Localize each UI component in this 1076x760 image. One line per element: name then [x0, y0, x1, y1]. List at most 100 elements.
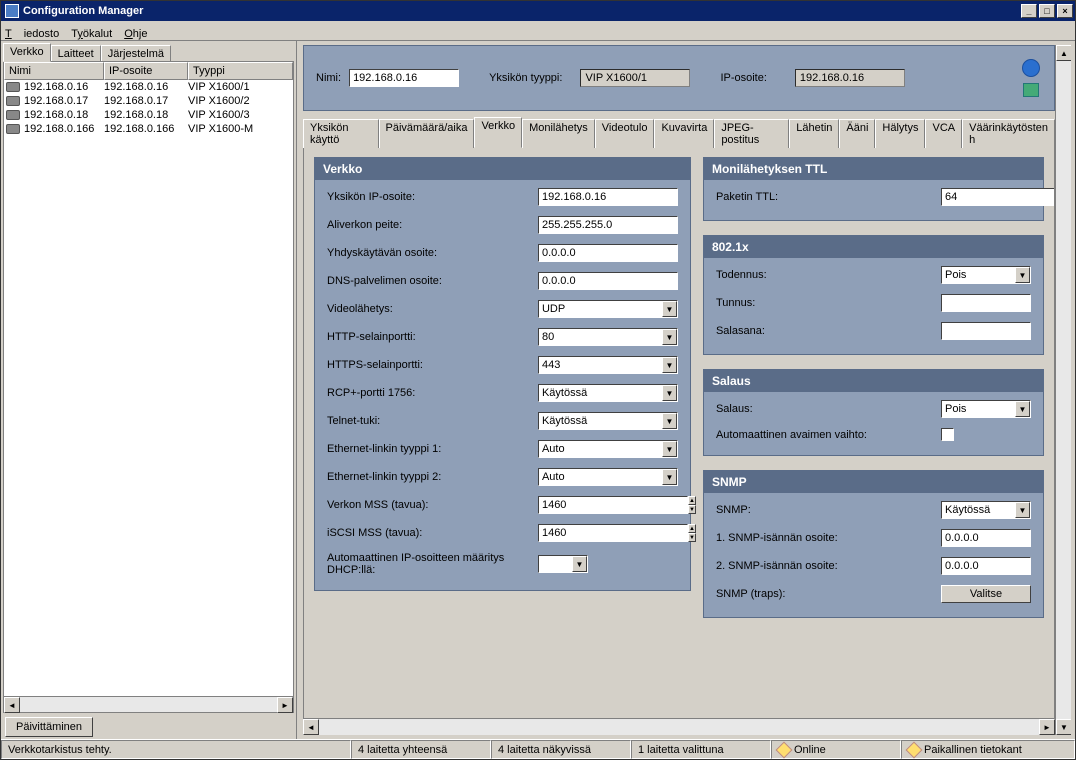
- tab-stream[interactable]: Kuvavirta: [654, 119, 714, 148]
- maximize-button[interactable]: □: [1039, 4, 1055, 18]
- tab-usage[interactable]: Yksikön käyttö: [303, 119, 379, 148]
- info-icon[interactable]: [1022, 59, 1040, 77]
- lbl-telnet: Telnet-tuki:: [327, 415, 538, 427]
- sel-auth[interactable]: Pois▼: [941, 266, 1031, 284]
- scroll-right-icon[interactable]: ►: [277, 697, 293, 713]
- app-window: Configuration Manager _ □ × Tiedosto Työ…: [0, 0, 1076, 760]
- col-ip[interactable]: IP-osoite: [104, 62, 188, 80]
- list-item[interactable]: 192.168.0.16 192.168.0.16 VIP X1600/1: [4, 80, 293, 94]
- lbl-dns: DNS-palvelimen osoite:: [327, 275, 538, 287]
- spin-ttl[interactable]: ▲▼: [941, 188, 1031, 206]
- inp-pwd[interactable]: [941, 322, 1031, 340]
- list-hscrollbar[interactable]: ◄ ►: [4, 696, 293, 712]
- right-vscrollbar[interactable]: ▲ ▼: [1055, 45, 1071, 735]
- scroll-up-icon[interactable]: ▲: [1056, 45, 1071, 61]
- close-button[interactable]: ×: [1057, 4, 1073, 18]
- menu-help[interactable]: Ohje: [124, 28, 147, 40]
- inp-id[interactable]: [941, 294, 1031, 312]
- menu-file[interactable]: Tiedosto: [5, 28, 59, 40]
- device-icon: [6, 124, 20, 134]
- scroll-left-icon[interactable]: ◄: [303, 719, 319, 735]
- list-item[interactable]: 192.168.0.166 192.168.0.166 VIP X1600-M: [4, 122, 293, 136]
- spin-down-icon[interactable]: ▼: [688, 505, 696, 514]
- tab-misuse[interactable]: Väärinkäytösten h: [962, 119, 1055, 148]
- lbl-snmp-host2: 2. SNMP-isännän osoite:: [716, 560, 941, 572]
- scroll-track[interactable]: [319, 719, 1039, 735]
- sel-eth1[interactable]: Auto▼: [538, 440, 678, 458]
- right-hscrollbar[interactable]: ◄ ►: [303, 719, 1055, 735]
- inp-snmp-host1[interactable]: [941, 529, 1031, 547]
- chevron-down-icon: ▼: [662, 329, 677, 345]
- lbl-unit-ip: Yksikön IP-osoite:: [327, 191, 538, 203]
- hdr-name-label: Nimi:: [316, 72, 341, 84]
- device-icon: [6, 82, 20, 92]
- tab-alarm[interactable]: Hälytys: [875, 119, 925, 148]
- tab-network[interactable]: Verkko: [474, 117, 522, 148]
- status-localdb: Paikallinen tietokant: [901, 740, 1075, 759]
- lbl-iscsi: iSCSI MSS (tavua):: [327, 527, 538, 539]
- tab-datetime[interactable]: Päivämäärä/aika: [379, 119, 475, 148]
- tab-tx[interactable]: Lähetin: [789, 119, 839, 148]
- menu-tools[interactable]: Työkalut: [71, 28, 112, 40]
- tab-content: Verkko Yksikön IP-osoite: Aliverkon peit…: [303, 147, 1055, 719]
- sel-https[interactable]: 443▼: [538, 356, 678, 374]
- lbl-autokey: Automaattinen avaimen vaihto:: [716, 429, 941, 441]
- ltab-network[interactable]: Verkko: [3, 43, 51, 62]
- panel-snmp-title: SNMP: [704, 471, 1043, 493]
- lbl-rcp: RCP+-portti 1756:: [327, 387, 538, 399]
- sel-telnet[interactable]: Käytössä▼: [538, 412, 678, 430]
- lbl-id: Tunnus:: [716, 297, 941, 309]
- list-item[interactable]: 192.168.0.18 192.168.0.18 VIP X1600/3: [4, 108, 293, 122]
- lbl-eth1: Ethernet-linkin tyyppi 1:: [327, 443, 538, 455]
- save-icon[interactable]: [1023, 83, 1039, 97]
- spin-down-icon[interactable]: ▼: [688, 533, 696, 542]
- ltab-devices[interactable]: Laitteet: [51, 45, 101, 62]
- btn-snmp-traps[interactable]: Valitse: [941, 585, 1031, 603]
- chevron-down-icon: ▼: [1015, 502, 1030, 518]
- scroll-left-icon[interactable]: ◄: [4, 697, 20, 713]
- tab-jpeg[interactable]: JPEG-postitus: [714, 119, 789, 148]
- lbl-http: HTTP-selainportti:: [327, 331, 538, 343]
- hdr-name-input[interactable]: [349, 69, 459, 87]
- window-title: Configuration Manager: [23, 5, 1021, 17]
- scroll-down-icon[interactable]: ▼: [1056, 719, 1071, 735]
- inp-dns[interactable]: [538, 272, 678, 290]
- list-item[interactable]: 192.168.0.17 192.168.0.17 VIP X1600/2: [4, 94, 293, 108]
- scroll-track[interactable]: [1056, 61, 1071, 719]
- sel-eth2[interactable]: Auto▼: [538, 468, 678, 486]
- hdr-ip-label: IP-osoite:: [720, 72, 766, 84]
- ltab-system[interactable]: Järjestelmä: [101, 45, 171, 62]
- tab-vca[interactable]: VCA: [925, 119, 962, 148]
- inp-subnet[interactable]: [538, 216, 678, 234]
- sel-enc[interactable]: Pois▼: [941, 400, 1031, 418]
- tab-audio[interactable]: Ääni: [839, 119, 875, 148]
- inp-unit-ip[interactable]: [538, 188, 678, 206]
- left-tabs: Verkko Laitteet Järjestelmä: [3, 43, 294, 62]
- sel-dhcp[interactable]: ▼: [538, 555, 588, 573]
- tab-multicast[interactable]: Monilähetys: [522, 119, 595, 148]
- scroll-track[interactable]: [20, 697, 277, 712]
- scroll-right-icon[interactable]: ►: [1039, 719, 1055, 735]
- spin-mss[interactable]: ▲▼: [538, 496, 678, 514]
- col-name[interactable]: Nimi: [4, 62, 104, 80]
- sel-videotx[interactable]: UDP▼: [538, 300, 678, 318]
- sel-http[interactable]: 80▼: [538, 328, 678, 346]
- minimize-button[interactable]: _: [1021, 4, 1037, 18]
- spin-up-icon[interactable]: ▲: [688, 496, 696, 505]
- chevron-down-icon: ▼: [1015, 401, 1030, 417]
- lbl-snmp-host1: 1. SNMP-isännän osoite:: [716, 532, 941, 544]
- tab-videoin[interactable]: Videotulo: [595, 119, 655, 148]
- sel-snmp[interactable]: Käytössä▼: [941, 501, 1031, 519]
- spin-up-icon[interactable]: ▲: [688, 524, 696, 533]
- chk-autokey[interactable]: [941, 428, 954, 441]
- spin-iscsi[interactable]: ▲▼: [538, 524, 678, 542]
- panel-8021x: 802.1x Todennus: Pois▼ Tunnus: Salasana:: [703, 235, 1044, 355]
- refresh-button[interactable]: Päivittäminen: [5, 717, 93, 737]
- sel-rcp[interactable]: Käytössä▼: [538, 384, 678, 402]
- status-selected: 1 laitetta valittuna: [631, 740, 771, 759]
- status-online: Online: [771, 740, 901, 759]
- inp-gateway[interactable]: [538, 244, 678, 262]
- inp-snmp-host2[interactable]: [941, 557, 1031, 575]
- col-type[interactable]: Tyyppi: [188, 62, 293, 80]
- config-tabs: Yksikön käyttö Päivämäärä/aika Verkko Mo…: [303, 117, 1055, 148]
